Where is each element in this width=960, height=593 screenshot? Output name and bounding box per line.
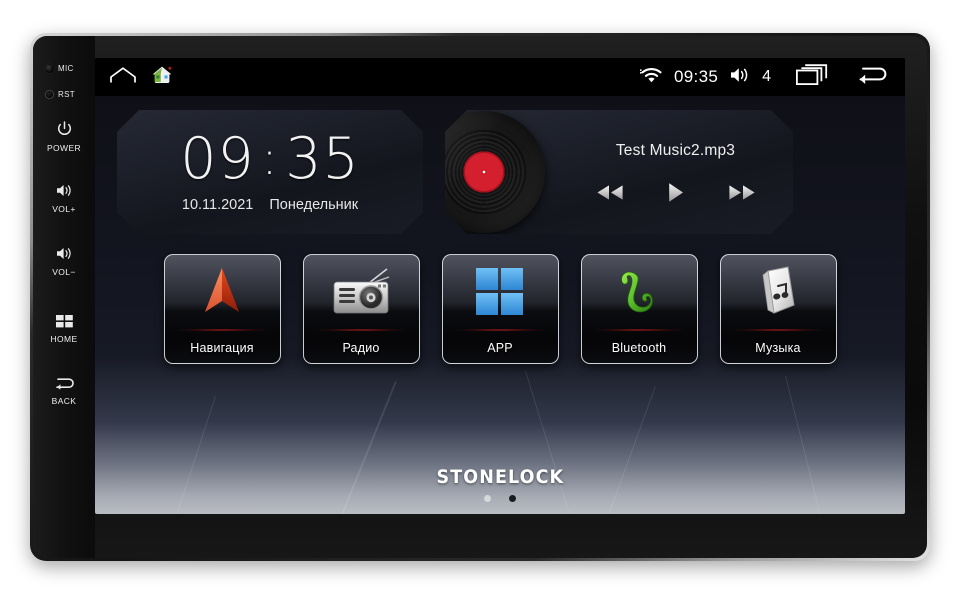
app-dock: Навигация Радио APP Bluetooth Музыка xyxy=(95,254,905,364)
page-dot-2[interactable] xyxy=(509,495,516,502)
navigation-arrow-icon xyxy=(165,255,280,329)
car-head-unit-device: MIC RST POWER VOL+ VOL− HOME BACK 09:35 … xyxy=(30,33,930,561)
recents-icon[interactable] xyxy=(795,64,828,90)
reset-label: RST xyxy=(58,90,75,99)
mp3-player-icon xyxy=(721,255,836,329)
mic-label: MIC xyxy=(58,64,74,73)
page-dot-1[interactable] xyxy=(484,495,491,502)
brand-logo: STONELOCK xyxy=(436,466,564,488)
play-button[interactable] xyxy=(667,182,685,203)
hardware-button-rail: MIC RST POWER VOL+ VOL− HOME BACK xyxy=(33,36,95,558)
app-tile-app[interactable]: APP xyxy=(441,254,559,364)
back-label: BACK xyxy=(51,396,77,406)
app-tile-radio[interactable]: Радио xyxy=(302,254,420,364)
app-tile-music[interactable]: Музыка xyxy=(719,254,837,364)
home-screen-wallpaper[interactable]: 09 : 35 10.11.2021 Понедельник Test Musi… xyxy=(95,96,905,514)
music-player-widget[interactable]: Test Music2.mp3 xyxy=(445,110,793,234)
device-bezel: MIC RST POWER VOL+ VOL− HOME BACK 09:35 … xyxy=(33,36,927,558)
back-arrow-icon xyxy=(54,377,75,395)
volume-up-button[interactable]: VOL+ xyxy=(33,183,95,214)
status-bar-left-icons xyxy=(109,65,173,90)
clock-widget[interactable]: 09 : 35 10.11.2021 Понедельник xyxy=(117,110,423,234)
volume-icon[interactable] xyxy=(729,66,751,89)
vinyl-record-icon xyxy=(423,111,545,233)
app-label: Музыка xyxy=(755,341,801,355)
volume-up-label: VOL+ xyxy=(52,204,76,214)
home-button[interactable]: HOME xyxy=(33,315,95,344)
app-label: Bluetooth xyxy=(611,341,667,355)
volume-level-value: 4 xyxy=(762,68,771,85)
phone-handset-icon xyxy=(582,255,697,329)
app-grid-icon xyxy=(443,255,558,329)
clock-date-row: 10.11.2021 Понедельник xyxy=(182,197,358,213)
back-button[interactable]: BACK xyxy=(33,377,95,406)
mic-hole-icon xyxy=(45,64,54,73)
status-bar-right-icons: 09:35 4 xyxy=(640,64,889,90)
power-label: POWER xyxy=(46,143,82,153)
status-bar-clock: 09:35 xyxy=(674,67,719,86)
next-track-button[interactable] xyxy=(727,184,757,201)
clock-hours: 09 xyxy=(180,126,255,192)
clock-weekday: Понедельник xyxy=(269,197,359,213)
mic-indicator: MIC xyxy=(33,64,95,73)
home-outline-icon[interactable] xyxy=(109,66,137,89)
app-tile-bluetooth[interactable]: Bluetooth xyxy=(580,254,698,364)
music-widget-body: Test Music2.mp3 xyxy=(563,110,788,234)
back-arrow-icon[interactable] xyxy=(855,64,889,90)
clock-time: 09 : 35 xyxy=(180,131,360,188)
app-label: APP xyxy=(487,341,513,355)
app-label: Навигация xyxy=(190,341,254,355)
wifi-icon xyxy=(640,66,663,89)
clock-colon: : xyxy=(261,130,279,185)
app-tile-navigation[interactable]: Навигация xyxy=(163,254,281,364)
previous-track-button[interactable] xyxy=(595,184,625,201)
home-label: HOME xyxy=(50,334,78,344)
power-icon xyxy=(57,121,72,142)
page-indicator-dots xyxy=(484,495,516,502)
widget-row: 09 : 35 10.11.2021 Понедельник Test Musi… xyxy=(95,96,905,234)
volume-down-button[interactable]: VOL− xyxy=(33,246,95,277)
track-title: Test Music2.mp3 xyxy=(615,141,736,159)
power-button[interactable]: POWER xyxy=(33,121,95,153)
clock-date: 10.11.2021 xyxy=(181,197,254,213)
speaker-icon xyxy=(55,183,74,203)
radio-icon xyxy=(304,255,419,329)
app-label: Радио xyxy=(342,341,380,355)
speaker-icon xyxy=(55,246,74,266)
brand-block: STONELOCK xyxy=(95,466,905,502)
volume-down-label: VOL− xyxy=(52,267,76,277)
house-app-icon[interactable] xyxy=(151,65,173,90)
clock-minutes: 35 xyxy=(285,126,360,192)
reset-hole-icon xyxy=(45,90,54,99)
grid-icon xyxy=(55,315,73,333)
android-status-bar: 09:35 4 xyxy=(95,58,905,96)
music-transport-controls xyxy=(595,182,757,203)
reset-button[interactable]: RST xyxy=(33,90,95,99)
touchscreen-display[interactable]: 09:35 4 09: 35 10.11.2021 Понедельник T… xyxy=(95,58,905,514)
